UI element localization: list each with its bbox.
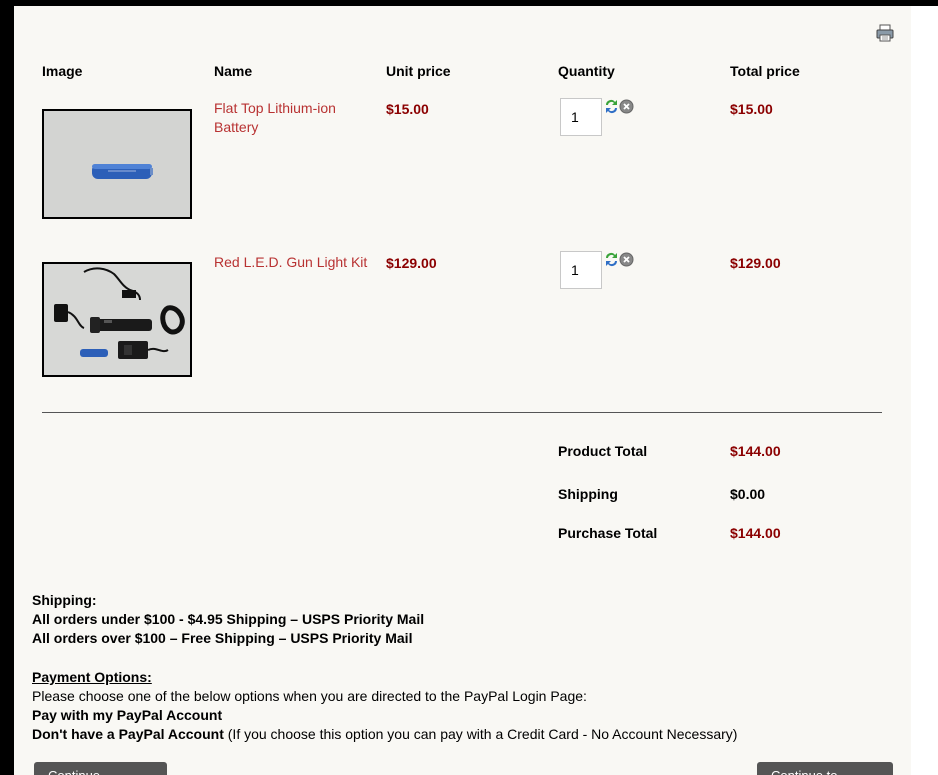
gun-light-kit-picture <box>44 264 190 375</box>
product-name-link[interactable]: Red L.E.D. Gun Light Kit <box>214 253 367 272</box>
shipping-info-heading: Shipping: <box>32 592 97 608</box>
remove-icon[interactable] <box>619 252 634 267</box>
shipping-label: Shipping <box>558 486 618 502</box>
remove-icon[interactable] <box>619 99 634 114</box>
product-name-line: Battery <box>214 119 259 135</box>
total-price: $129.00 <box>730 255 781 271</box>
quantity-input[interactable] <box>560 98 602 136</box>
shipping-info-line: All orders over $100 – Free Shipping – U… <box>32 630 413 646</box>
page-edge <box>911 6 938 775</box>
purchase-total-value: $144.00 <box>730 525 781 541</box>
product-total-label: Product Total <box>558 443 648 459</box>
payment-options-intro: Please choose one of the below options w… <box>32 688 587 704</box>
refresh-icon[interactable] <box>604 252 619 267</box>
header-unit-price: Unit price <box>386 63 451 79</box>
battery-picture <box>44 111 190 217</box>
unit-price: $15.00 <box>386 101 429 117</box>
printer-icon[interactable] <box>876 24 894 42</box>
payment-option-credit-card-title: Don't have a PayPal Account <box>32 726 224 742</box>
refresh-icon[interactable] <box>604 99 619 114</box>
header-total-price: Total price <box>730 63 800 79</box>
shipping-info-line: All orders under $100 - $4.95 Shipping –… <box>32 611 425 627</box>
product-name-line: Flat Top Lithium-ion <box>214 100 336 116</box>
header-quantity: Quantity <box>558 63 615 79</box>
total-price: $15.00 <box>730 101 773 117</box>
product-name-line: Red L.E.D. Gun Light Kit <box>214 254 368 270</box>
product-image-battery[interactable] <box>42 109 192 219</box>
purchase-total-label: Purchase Total <box>558 525 658 541</box>
payment-option-paypal: Pay with my PayPal Account <box>32 707 223 723</box>
payment-options-heading: Payment Options: <box>32 669 152 685</box>
cart-page: Image Name Unit price Quantity Total pri… <box>14 6 911 775</box>
product-name-link[interactable]: Flat Top Lithium-ion Battery <box>214 99 336 137</box>
shipping-value: $0.00 <box>730 486 766 502</box>
product-image-gun-light-kit[interactable] <box>42 262 192 377</box>
payment-option-credit-card-note: (If you choose this option you can pay w… <box>223 726 738 742</box>
continue-shopping-button[interactable]: Continue shopping <box>34 762 167 775</box>
quantity-input[interactable] <box>560 251 602 289</box>
header-image: Image <box>42 63 83 79</box>
payment-option-credit-card: Don't have a PayPal Account (If you choo… <box>32 726 737 742</box>
checkout-button[interactable]: Continue to Checkout <box>757 762 893 775</box>
unit-price: $129.00 <box>386 255 437 271</box>
divider <box>42 412 882 413</box>
header-name: Name <box>214 63 253 79</box>
product-total-value: $144.00 <box>730 443 781 459</box>
